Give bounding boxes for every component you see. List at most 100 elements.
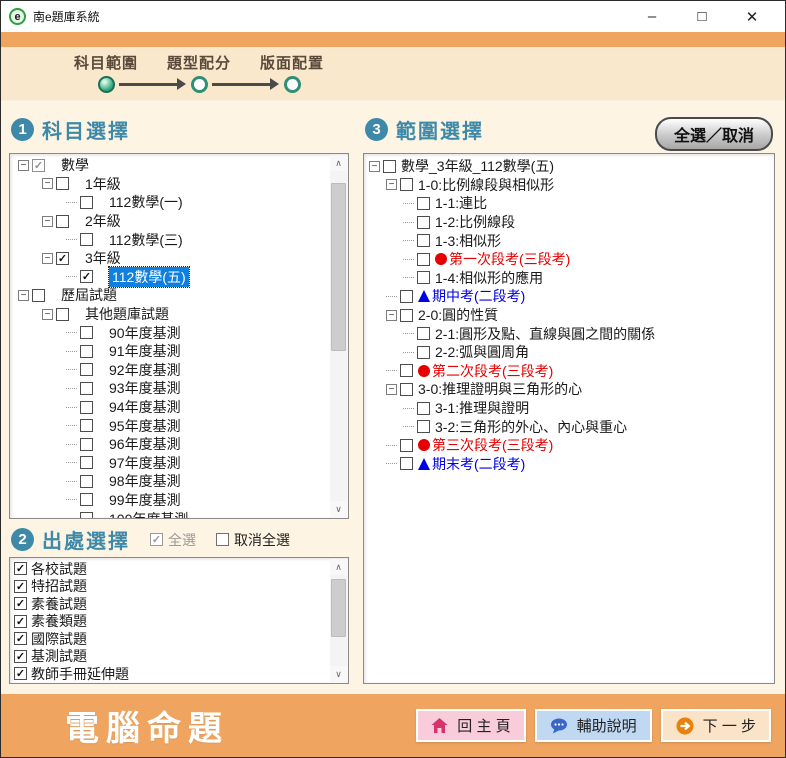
tree-row[interactable]: −數學_3年級_112數學(五) [367, 157, 774, 176]
tree-row[interactable]: −1年級 [14, 175, 348, 194]
select-all-checkbox[interactable]: ✓ [150, 533, 163, 546]
tree-checkbox[interactable] [56, 308, 69, 321]
tree-row[interactable]: 3-2:三角形的外心、內心與重心 [367, 417, 774, 436]
source-item-row[interactable]: ✓素養試題 [12, 595, 348, 613]
tree-checkbox[interactable] [400, 178, 413, 191]
tree-row[interactable]: 94年度基測 [14, 398, 348, 417]
home-button[interactable]: 回 主 頁 [416, 709, 525, 742]
scroll-up-icon[interactable]: ∧ [330, 559, 347, 575]
tree-item-label[interactable]: 期中考(二段考) [432, 286, 525, 306]
minimize-button[interactable]: – [627, 8, 677, 25]
tree-item-label[interactable]: 1-3:相似形 [435, 231, 501, 251]
tree-checkbox[interactable] [417, 271, 430, 284]
source-item-row[interactable]: ✓教師手冊延伸題 [12, 665, 348, 683]
source-item-checkbox[interactable]: ✓ [14, 580, 27, 593]
tree-row[interactable]: 99年度基測 [14, 491, 348, 510]
tree-row[interactable]: 1-4:相似形的應用 [367, 269, 774, 288]
select-all-toggle-button[interactable]: 全選／取消 [655, 117, 773, 151]
tree-checkbox[interactable] [417, 327, 430, 340]
tree-row[interactable]: −歷屆試題 [14, 286, 348, 305]
tree-item-label[interactable]: 1-2:比例線段 [435, 212, 515, 232]
tree-item-label[interactable]: 112數學(三) [109, 230, 183, 250]
tree-item-label[interactable]: 112數學(五) [109, 267, 189, 287]
tree-item-label[interactable]: 數學 [61, 155, 89, 175]
tree-checkbox[interactable] [80, 196, 93, 209]
tree-item-label[interactable]: 93年度基測 [109, 378, 181, 398]
tree-item-label[interactable]: 其他題庫試題 [85, 304, 169, 324]
help-button[interactable]: 輔助說明 [535, 709, 652, 742]
tree-row[interactable]: 112數學(三) [14, 230, 348, 249]
tree-row[interactable]: 92年度基測 [14, 361, 348, 380]
tree-checkbox[interactable] [400, 309, 413, 322]
tree-item-label[interactable]: 2-2:弧與圓周角 [435, 342, 529, 362]
tree-checkbox[interactable] [80, 456, 93, 469]
tree-row[interactable]: 90年度基測 [14, 323, 348, 342]
tree-row[interactable]: 1-2:比例線段 [367, 213, 774, 232]
tree-checkbox[interactable] [80, 419, 93, 432]
tree-row[interactable]: 第三次段考(三段考) [367, 436, 774, 455]
tree-collapse-icon[interactable]: − [18, 160, 29, 171]
source-item-checkbox[interactable]: ✓ [14, 615, 27, 628]
tree-checkbox[interactable] [80, 233, 93, 246]
tree-item-label[interactable]: 第一次段考(三段考) [449, 249, 570, 269]
tree-row[interactable]: 112數學(一) [14, 193, 348, 212]
tree-checkbox[interactable] [56, 215, 69, 228]
tree-checkbox[interactable] [400, 439, 413, 452]
tree-checkbox[interactable] [400, 457, 413, 470]
tree-item-label[interactable]: 90年度基測 [109, 323, 181, 343]
tree-checkbox[interactable] [80, 382, 93, 395]
clear-all-checkbox-group[interactable]: 取消全選 [216, 530, 290, 550]
tree-item-label[interactable]: 數學_3年級_112數學(五) [401, 156, 554, 176]
tree-collapse-icon[interactable]: − [386, 179, 397, 190]
tree-checkbox[interactable] [400, 364, 413, 377]
tree-checkbox[interactable] [417, 402, 430, 415]
tree-item-label[interactable]: 99年度基測 [109, 490, 181, 510]
tree-checkbox[interactable]: ✓ [56, 252, 69, 265]
tree-item-label[interactable]: 3-2:三角形的外心、內心與重心 [435, 417, 627, 437]
tree-checkbox[interactable] [80, 438, 93, 451]
tree-checkbox[interactable] [417, 420, 430, 433]
source-item-checkbox[interactable]: ✓ [14, 597, 27, 610]
tree-row[interactable]: −2年級 [14, 212, 348, 231]
tree-item-label[interactable]: 3-0:推理證明與三角形的心 [418, 379, 582, 399]
tree-checkbox[interactable] [417, 346, 430, 359]
tree-item-label[interactable]: 2-0:圓的性質 [418, 305, 498, 325]
tree-row[interactable]: 1-1:連比 [367, 194, 774, 213]
tree-checkbox[interactable] [80, 363, 93, 376]
tree-row[interactable]: 1-3:相似形 [367, 231, 774, 250]
tree-checkbox[interactable] [80, 345, 93, 358]
source-item-row[interactable]: ✓素養類題 [12, 613, 348, 631]
tree-item-label[interactable]: 3年級 [85, 248, 121, 268]
tree-row[interactable]: − 3-0:推理證明與三角形的心 [367, 380, 774, 399]
tree-row[interactable]: 97年度基測 [14, 454, 348, 473]
tree-row[interactable]: 98年度基測 [14, 472, 348, 491]
tree-item-label[interactable]: 歷屆試題 [61, 285, 117, 305]
tree-row[interactable]: 2-1:圓形及點、直線與圓之間的關係 [367, 324, 774, 343]
tree-row[interactable]: 第一次段考(三段考) [367, 250, 774, 269]
tree-collapse-icon[interactable]: − [42, 216, 53, 227]
tree-item-label[interactable]: 112數學(一) [109, 192, 183, 212]
tree-item-label[interactable]: 3-1:推理與證明 [435, 398, 529, 418]
tree-collapse-icon[interactable]: − [42, 309, 53, 320]
tree-checkbox[interactable] [80, 401, 93, 414]
source-list-scrollbar[interactable]: ∧ ∨ [330, 559, 347, 682]
scroll-down-icon[interactable]: ∨ [330, 666, 347, 682]
scroll-thumb[interactable] [331, 183, 346, 351]
source-item-row[interactable]: ✓國際試題 [12, 630, 348, 648]
tree-checkbox[interactable] [400, 383, 413, 396]
tree-collapse-icon[interactable]: − [386, 384, 397, 395]
tree-checkbox[interactable] [80, 326, 93, 339]
tree-row[interactable]: 100年度基測 [14, 509, 348, 519]
source-item-checkbox[interactable]: ✓ [14, 667, 27, 680]
tree-row[interactable]: 2-2:弧與圓周角 [367, 343, 774, 362]
tree-checkbox[interactable] [383, 160, 396, 173]
tree-item-label[interactable]: 第二次段考(三段考) [432, 361, 553, 381]
scroll-track[interactable] [330, 171, 347, 501]
tree-checkbox[interactable] [56, 177, 69, 190]
select-all-checkbox-group[interactable]: ✓ 全選 [150, 530, 196, 550]
tree-item-label[interactable]: 100年度基測 [109, 509, 188, 519]
tree-item-label[interactable]: 92年度基測 [109, 360, 181, 380]
tree-row[interactable]: 3-1:推理與證明 [367, 399, 774, 418]
tree-row[interactable]: 第二次段考(三段考) [367, 362, 774, 381]
subject-tree-scrollbar[interactable]: ∧ ∨ [330, 155, 347, 517]
